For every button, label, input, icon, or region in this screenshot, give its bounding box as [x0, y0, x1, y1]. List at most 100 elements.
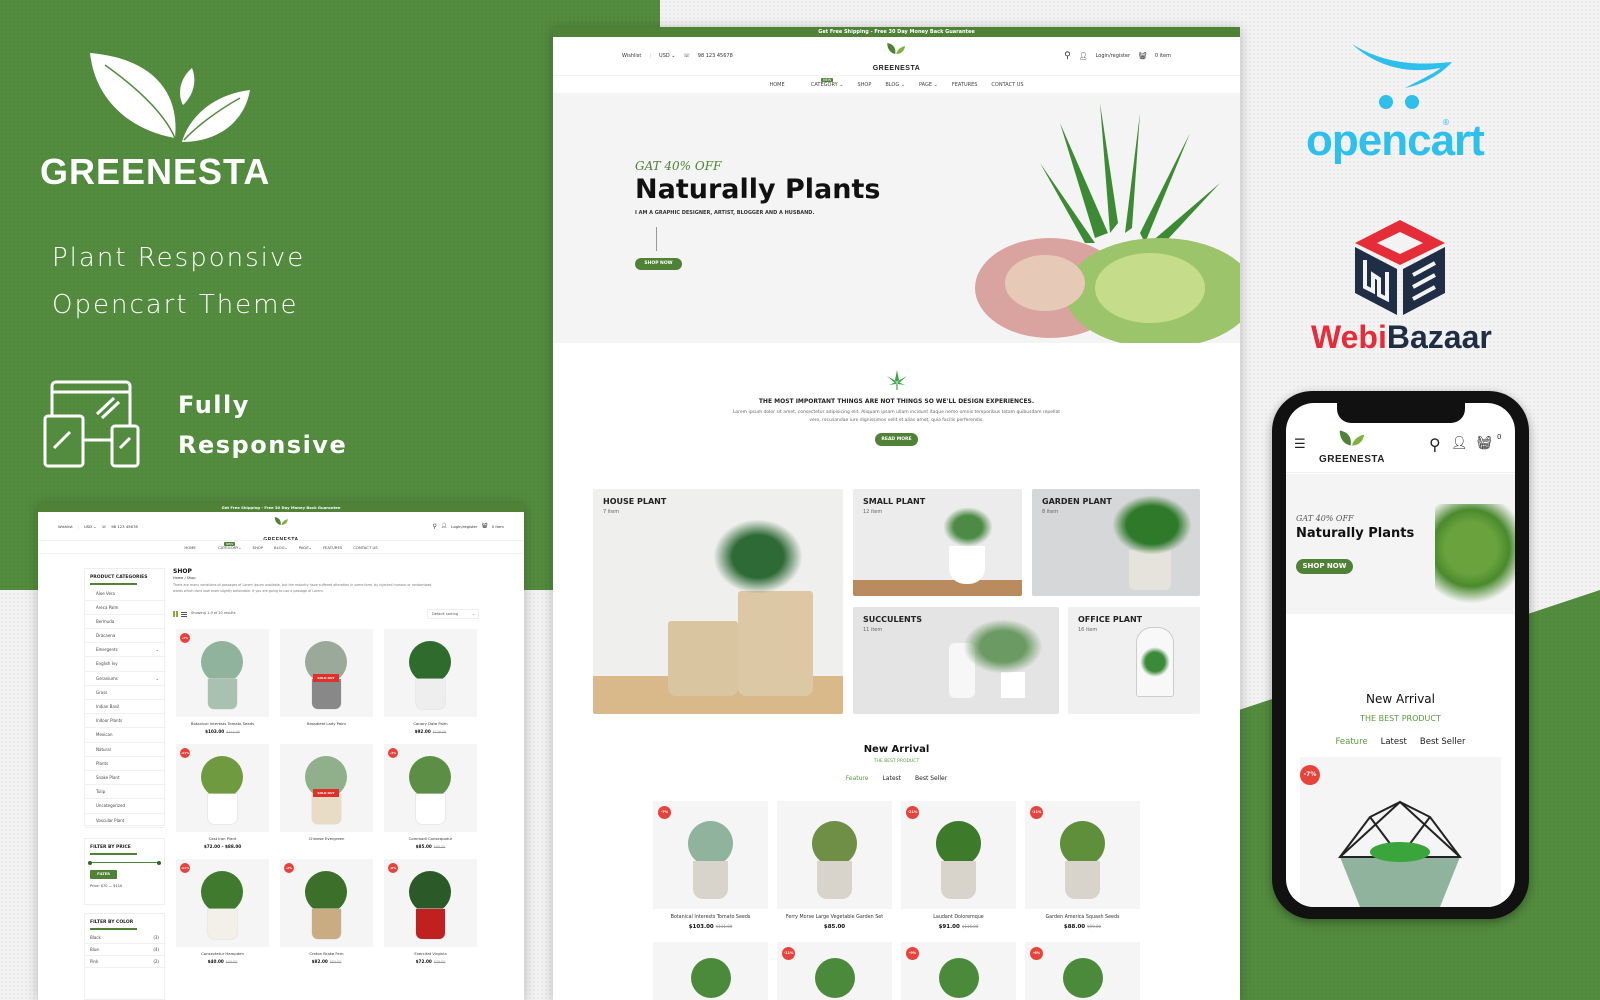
login-link[interactable]: Login/register: [1096, 53, 1130, 59]
tab-best-seller[interactable]: Best Seller: [1420, 737, 1466, 747]
breadcrumb[interactable]: Home / Shop: [173, 576, 196, 580]
category-list-item[interactable]: Tulip: [85, 785, 164, 800]
product-card[interactable]: [653, 942, 768, 1000]
shop-now-button[interactable]: SHOP NOW: [1296, 559, 1353, 574]
product-name[interactable]: Ferry Morse Large Vegetable Garden Set: [777, 915, 892, 920]
category-card-garden-plant[interactable]: GARDEN PLANT 8 item: [1032, 489, 1200, 596]
product-name[interactable]: Cast Iron Plant: [176, 836, 269, 841]
category-list-item[interactable]: Bermuda: [85, 615, 164, 630]
site-logo[interactable]: GREENESTA: [1319, 429, 1385, 466]
product-name[interactable]: Garden America Squash Seeds: [1025, 915, 1140, 920]
cart-count[interactable]: 0 item: [1155, 53, 1171, 59]
product-card[interactable]: -7% Botanical Interests Tomato Seeds $10…: [176, 629, 269, 734]
product-name[interactable]: Creton Brake Fern: [280, 951, 373, 956]
user-icon[interactable]: 👤︎: [1451, 436, 1468, 451]
product-card[interactable]: -11% Garden America Squash Seeds $88.00 $…: [1025, 801, 1140, 930]
category-card-small-plant[interactable]: SMALL PLANT 12 item: [853, 489, 1022, 596]
category-list-item[interactable]: English Ivy: [85, 657, 164, 672]
cart-icon[interactable]: 🧺︎: [481, 523, 487, 529]
category-list-item[interactable]: Uncategorized: [85, 799, 164, 814]
product-name[interactable]: Botanical Interests Tomato Seeds: [176, 721, 269, 726]
nav-contact[interactable]: CONTACT US: [353, 541, 377, 553]
product-name[interactable]: Botanical Interests Tomato Seeds: [653, 915, 768, 920]
category-list-item[interactable]: Mexican: [85, 728, 164, 743]
category-list-item[interactable]: Vascular Plant: [85, 814, 164, 828]
category-card-office-plant[interactable]: OFFICE PLANT 16 item: [1068, 607, 1200, 714]
product-card[interactable]: -21% Laudant Doloremque $91.00 $116.00: [901, 801, 1016, 930]
product-card[interactable]: -11% Cast Iron Plant $72.00 – $88.00: [176, 744, 269, 849]
category-list-item[interactable]: Emergents ⌄: [85, 643, 164, 658]
chevron-down-icon[interactable]: ⌄: [156, 643, 159, 656]
category-card-house-plant[interactable]: HOUSE PLANT 7 item: [593, 489, 843, 714]
search-icon[interactable]: ⚲: [1064, 51, 1071, 61]
color-filter-item[interactable]: Black (3): [85, 932, 164, 944]
product-name[interactable]: Broadleaf Lady Palm: [280, 721, 373, 726]
nav-home[interactable]: HOME: [769, 76, 784, 93]
product-name[interactable]: Canary Date Palm: [384, 721, 477, 726]
product-card[interactable]: SOLD OUT Chinese Evergreen: [280, 744, 373, 841]
nav-features[interactable]: FEATURES: [323, 541, 342, 553]
nav-category[interactable]: NEWCATEGORY ⌄: [799, 76, 843, 93]
category-list-item[interactable]: Indoor Plants: [85, 714, 164, 729]
tab-feature[interactable]: Feature: [846, 775, 869, 782]
list-view-icon[interactable]: [181, 611, 187, 617]
category-list-item[interactable]: Indian Basil: [85, 700, 164, 715]
tab-feature[interactable]: Feature: [1335, 737, 1367, 747]
user-icon[interactable]: 👤︎: [1079, 52, 1088, 60]
mobile-product-card[interactable]: -7%: [1300, 757, 1501, 907]
product-name[interactable]: Chinese Evergreen: [280, 836, 373, 841]
nav-shop[interactable]: SHOP: [252, 541, 263, 553]
sort-select[interactable]: Default sorting ⌄: [427, 609, 479, 619]
cart-icon[interactable]: 🧺︎: [1138, 52, 1147, 60]
slider-handle-min[interactable]: [88, 860, 92, 865]
category-list-item[interactable]: Natural: [85, 743, 164, 757]
product-card[interactable]: SOLD OUT Broadleaf Lady Palm: [280, 629, 373, 726]
nav-home[interactable]: HOME: [184, 541, 196, 553]
nav-shop[interactable]: SHOP: [857, 76, 871, 93]
search-icon[interactable]: ⚲: [433, 523, 437, 530]
wishlist-link[interactable]: Wishlist: [58, 524, 73, 529]
slider-handle-max[interactable]: [157, 860, 161, 865]
category-card-succulents[interactable]: SUCCULENTS 11 item: [853, 607, 1059, 714]
nav-category[interactable]: NEWCATEGORY⌄: [207, 541, 241, 553]
filter-button[interactable]: FILTER: [90, 869, 117, 879]
category-list-item[interactable]: Aloe Vera: [85, 587, 164, 601]
product-card[interactable]: Ferry Morse Large Vegetable Garden Set $…: [777, 801, 892, 930]
user-icon[interactable]: 👤︎: [441, 523, 447, 529]
search-icon[interactable]: ⚲: [1429, 435, 1441, 454]
color-filter-item[interactable]: Blue (4): [85, 944, 164, 956]
product-card[interactable]: -3% Commodi Consequatur $85.00 $88.00: [384, 744, 477, 849]
color-filter-item[interactable]: Pink (2): [85, 956, 164, 968]
category-list-item[interactable]: Geraniums ⌄: [85, 672, 164, 686]
product-name[interactable]: Laudant Doloremque: [901, 915, 1016, 920]
product-card[interactable]: Canary Date Palm $92.00 $116.00: [384, 629, 477, 734]
product-name[interactable]: Consectetur Hampden: [176, 951, 269, 956]
category-list-item[interactable]: Plants: [85, 757, 164, 771]
site-logo[interactable]: GREENESTA: [873, 42, 921, 74]
price-slider[interactable]: [88, 860, 161, 865]
product-card[interactable]: -7% Botanical Interests Tomato Seeds $10…: [653, 801, 768, 930]
nav-blog[interactable]: BLOG⌄: [274, 541, 288, 553]
currency-select[interactable]: USD ⌄: [84, 524, 97, 529]
shop-now-button[interactable]: SHOP NOW: [635, 258, 682, 270]
product-card[interactable]: -11%: [777, 942, 892, 1000]
wishlist-link[interactable]: Wishlist: [622, 53, 641, 59]
chevron-down-icon[interactable]: ⌄: [156, 672, 159, 685]
nav-features[interactable]: FEATURES: [952, 76, 978, 93]
cart-count[interactable]: 0 item: [492, 524, 504, 529]
hamburger-menu-icon[interactable]: ☰: [1294, 437, 1306, 452]
nav-page[interactable]: PAGE⌄: [299, 541, 312, 553]
tab-latest[interactable]: Latest: [1381, 737, 1407, 747]
category-list-item[interactable]: Areca Palm: [85, 601, 164, 615]
product-name[interactable]: Exercitat Virginia: [384, 951, 477, 956]
product-card[interactable]: -6%: [1025, 942, 1140, 1000]
nav-blog[interactable]: BLOG ⌄: [885, 76, 905, 93]
product-card[interactable]: -2% Creton Brake Fern $82.00 $84.00: [280, 859, 373, 964]
cart-icon[interactable]: 🧺︎: [1476, 436, 1493, 451]
currency-select[interactable]: USD ⌄: [659, 53, 675, 59]
product-card[interactable]: -11% Consectetur Hampden $40.00 $45.00: [176, 859, 269, 964]
product-name[interactable]: Commodi Consequatur: [384, 836, 477, 841]
nav-contact[interactable]: CONTACT US: [991, 76, 1023, 93]
grid-view-icon[interactable]: [173, 611, 179, 617]
nav-page[interactable]: PAGE ⌄: [919, 76, 938, 93]
